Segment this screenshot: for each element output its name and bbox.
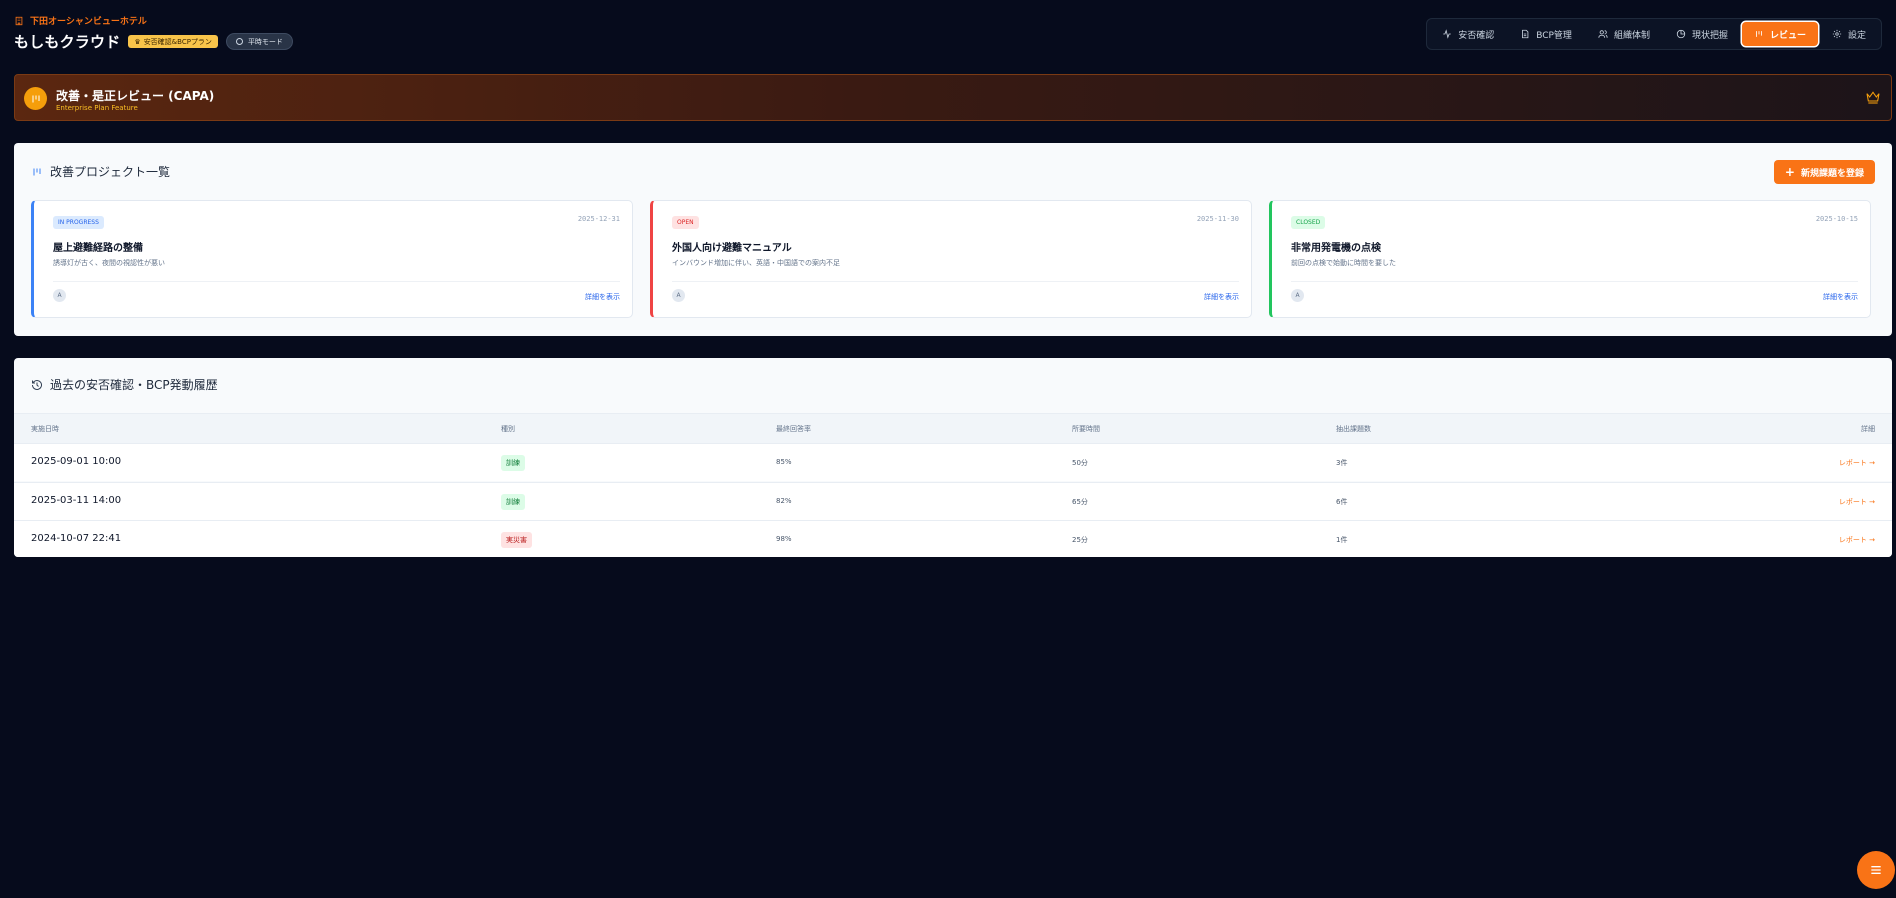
column-header: 種別: [501, 425, 515, 433]
avatar: A: [1291, 289, 1304, 302]
divider: [672, 281, 1239, 282]
type-badge: 訓練: [501, 493, 525, 510]
table-row: 2024-10-07 22:41 実災害 98% 25分 1件 レポート →: [14, 520, 1892, 557]
building-icon: [15, 16, 23, 25]
banner-title: 改善・是正レビュー (CAPA): [56, 89, 215, 103]
card-description: インバウンド増加に伴い、英語・中国語での案内不足: [672, 259, 840, 267]
column-header: 所要時間: [1072, 425, 1100, 433]
users-icon: [1598, 30, 1608, 38]
duration-cell: 65分: [1072, 497, 1088, 506]
issues-cell: 6件: [1336, 497, 1348, 506]
app-header: 下田オーシャンビューホテル もしもクラウド ♛ 安否確認&BCPプラン 平時モー…: [14, 14, 1882, 58]
project-card[interactable]: CLOSED 2025-10-15 非常用発電機の点検前回の点検で始動に時間を要した…: [1269, 200, 1871, 318]
menu-fab-button[interactable]: [1857, 851, 1895, 889]
column-header: 詳細: [1861, 425, 1875, 433]
history-panel: 過去の安否確認・BCP発動履歴 実施日時 種別 最終回答率 所要時間 抽出課題数…: [14, 358, 1892, 557]
brand-title: もしもクラウド: [14, 33, 121, 51]
type-badge: 訓練: [501, 455, 525, 471]
nav-item-review[interactable]: レビュー: [1741, 22, 1818, 46]
banner-subtitle: Enterprise Plan Feature: [56, 104, 138, 112]
divider: [53, 281, 620, 282]
kanban-icon: [24, 87, 47, 110]
project-card[interactable]: OPEN 2025-11-30 外国人向け避難マニュアルインバウンド増加に伴い、英語…: [650, 200, 1252, 318]
nav-item-organization[interactable]: 組織体制: [1586, 22, 1662, 46]
datetime-cell: 2024-10-07 22:41: [31, 533, 122, 544]
report-link[interactable]: レポート →: [1839, 497, 1875, 507]
card-title: 外国人向け避難マニュアル: [672, 243, 792, 254]
pie-chart-icon: [1676, 29, 1686, 39]
main-nav: 安否確認 BCP管理 組織体制 現状把握 レビュー 設定: [1426, 18, 1882, 50]
due-date: 2025-11-30: [1196, 215, 1239, 223]
status-badge: IN PROGRESS: [53, 216, 104, 229]
hotel-name: 下田オーシャンビューホテル: [14, 14, 147, 27]
view-details-link[interactable]: 詳細を表示: [585, 292, 620, 302]
history-title: 過去の安否確認・BCP発動履歴: [31, 376, 218, 393]
table-row: 2025-09-01 10:00 訓練 85% 50分 3件 レポート →: [14, 443, 1892, 481]
type-badge: 実災害: [501, 532, 532, 548]
datetime-cell: 2025-03-11 14:00: [31, 494, 122, 506]
card-description: 誘導灯が古く、夜間の視認性が悪い: [53, 259, 165, 267]
view-details-link[interactable]: 詳細を表示: [1204, 292, 1239, 302]
nav-item-bcp[interactable]: BCP管理: [1508, 22, 1584, 46]
status-badge: CLOSED: [1291, 216, 1326, 229]
column-header: 最終回答率: [776, 425, 811, 433]
avatar: A: [53, 289, 66, 302]
circle-icon: [235, 38, 243, 45]
table-header: 実施日時 種別 最終回答率 所要時間 抽出課題数 詳細: [14, 413, 1892, 443]
gear-icon: [1832, 29, 1842, 39]
capa-banner: 改善・是正レビュー (CAPA) Enterprise Plan Feature: [14, 74, 1892, 121]
nav-item-settings[interactable]: 設定: [1820, 22, 1878, 46]
due-date: 2025-12-31: [577, 215, 620, 223]
project-card[interactable]: IN PROGRESS 2025-12-31 屋上避難経路の整備誘導灯が古く、夜間の…: [31, 200, 633, 318]
column-header: 抽出課題数: [1336, 425, 1371, 433]
report-link[interactable]: レポート →: [1839, 458, 1875, 468]
crown-icon: [1865, 89, 1881, 105]
history-icon: [32, 379, 42, 390]
new-issue-button[interactable]: + 新規課題を登録: [1773, 160, 1875, 184]
kanban-icon: [1756, 31, 1762, 37]
crown-icon: ♛: [134, 37, 141, 46]
mode-toggle[interactable]: 平時モード: [225, 33, 293, 50]
issues-cell: 3件: [1336, 459, 1348, 467]
divider: [1291, 281, 1858, 282]
nav-item-safety[interactable]: 安否確認: [1430, 22, 1506, 46]
document-icon: [1522, 29, 1529, 39]
avatar: A: [672, 289, 685, 302]
rate-cell: 85%: [776, 458, 792, 466]
card-title: 非常用発電機の点検: [1291, 243, 1381, 254]
duration-cell: 25分: [1072, 536, 1088, 544]
card-description: 前回の点検で始動に時間を要した: [1291, 259, 1396, 267]
kanban-icon: [33, 168, 41, 175]
table-row: 2025-03-11 14:00 訓練 82% 65分 6件 レポート →: [14, 481, 1892, 520]
issues-cell: 1件: [1336, 536, 1348, 544]
projects-panel: 改善プロジェクト一覧 + 新規課題を登録 IN PROGRESS 2025-12-…: [14, 143, 1892, 336]
status-badge: OPEN: [672, 216, 699, 229]
column-header: 実施日時: [31, 425, 59, 433]
activity-icon: [1443, 29, 1451, 39]
plus-icon: +: [1784, 165, 1795, 179]
due-date: 2025-10-15: [1815, 215, 1858, 223]
report-link[interactable]: レポート →: [1839, 535, 1875, 545]
menu-icon: [1871, 866, 1881, 874]
view-details-link[interactable]: 詳細を表示: [1823, 292, 1858, 302]
rate-cell: 82%: [776, 496, 792, 505]
rate-cell: 98%: [776, 535, 792, 543]
datetime-cell: 2025-09-01 10:00: [31, 456, 122, 467]
card-title: 屋上避難経路の整備: [53, 243, 143, 254]
plan-badge: ♛ 安否確認&BCPプラン: [128, 35, 218, 48]
projects-title: 改善プロジェクト一覧: [31, 163, 170, 180]
nav-item-status[interactable]: 現状把握: [1664, 22, 1740, 46]
duration-cell: 50分: [1072, 459, 1088, 467]
